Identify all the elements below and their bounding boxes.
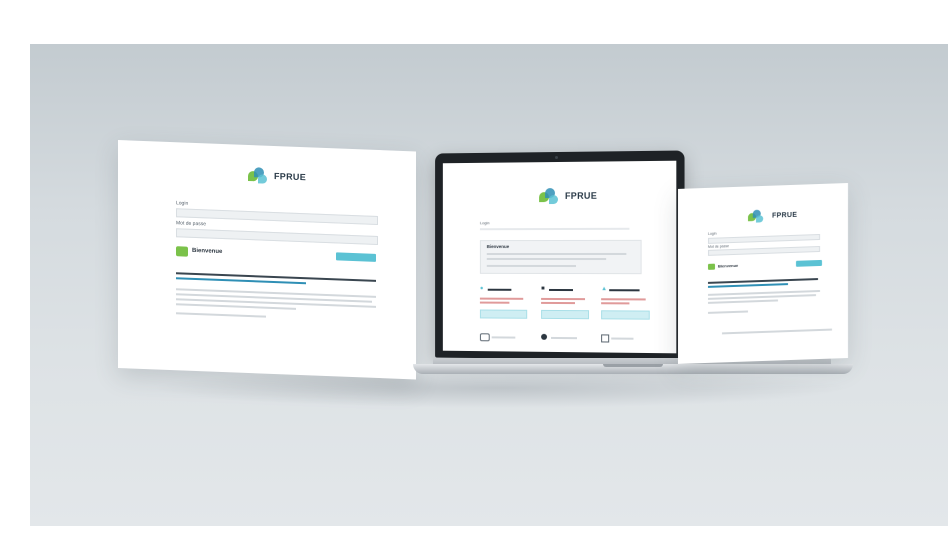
card-lock: ■ [541,286,591,326]
card-text [541,297,586,301]
section-title: Bienvenue [718,262,739,269]
footer-icon [601,334,610,343]
welcome-title: Bienvenue [486,244,510,250]
login-label: Login [176,200,189,207]
footer-link-line[interactable] [176,312,266,318]
welcome-box: Bienvenue [479,239,642,275]
user-icon: ● [479,285,484,292]
text-line [708,299,778,304]
text-line [486,257,607,261]
text-line [486,264,576,268]
logo-icon [246,165,270,186]
login-label: Login [708,231,717,236]
brand-logo: FPRUE [246,165,306,187]
card-button[interactable] [541,309,590,320]
laptop-notch [603,364,663,367]
card-text [541,301,575,305]
login-label: Login [479,220,490,226]
brand-name: FPRUE [274,170,307,183]
section-title: Bienvenue [192,247,223,256]
password-label: Mot de passe [708,244,730,249]
login-page-panel-right: FPRUE Login Mot de passe Bienvenue [678,183,848,364]
card-title [549,288,573,292]
password-input[interactable] [176,228,378,245]
footer-icon [541,333,548,340]
key-icon: ▲ [601,286,608,293]
footer-link[interactable] [491,336,516,339]
card-user: ● [479,285,529,326]
footer-line [722,328,832,334]
card-text [601,298,646,301]
brand-name: FPRUE [772,211,798,220]
welcome-icon [176,246,188,257]
text-line [176,303,296,310]
text-line [708,294,816,300]
lock-icon: ■ [541,285,545,292]
brand-name: FPRUE [564,190,598,201]
text-line [486,252,627,256]
text-line [708,310,748,314]
card-key: ▲ [601,286,652,327]
logo-icon [537,186,561,206]
card-text [479,297,524,300]
footer-link[interactable] [611,337,634,340]
logo-icon [746,208,765,225]
login-input[interactable] [176,208,378,225]
camera-icon [555,156,558,160]
card-title [487,288,512,291]
brand-logo: FPRUE [744,205,797,227]
login-button[interactable] [336,252,376,262]
login-input[interactable] [479,227,630,231]
login-button[interactable] [796,259,822,267]
notice-title-line [708,278,818,284]
card-button[interactable] [479,309,528,319]
notice-link-line[interactable] [708,283,788,288]
card-text [479,301,510,304]
brand-logo: FPRUE [537,186,597,206]
laptop-base [413,358,853,376]
card-text [601,302,630,305]
footer-icon [479,333,490,342]
laptop-screen: FPRUE Login Bienvenue ● ■ ▲ [442,160,677,354]
card-button[interactable] [601,310,650,320]
login-page-panel-left: FPRUE Login Mot de passe Bienvenue [118,140,416,380]
laptop-lid: FPRUE Login Bienvenue ● ■ ▲ [435,150,685,361]
login-input[interactable] [708,233,820,244]
footer-link[interactable] [551,336,577,340]
card-title [609,289,640,292]
welcome-icon [708,263,715,270]
password-label: Mot de passe [176,220,207,228]
